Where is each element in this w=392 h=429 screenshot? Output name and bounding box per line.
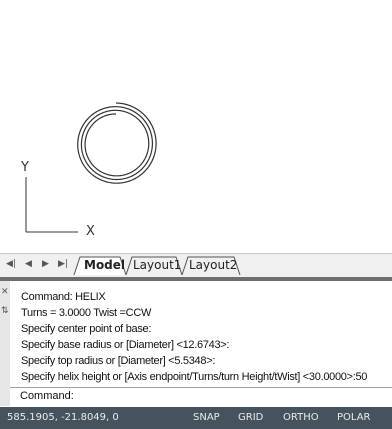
helix-path[interactable]	[77, 102, 157, 184]
command-history-line: Command: HELIX	[21, 291, 106, 303]
snap-toggle[interactable]: SNAP	[193, 412, 220, 423]
tab-layout1[interactable]: Layout1	[128, 257, 186, 274]
command-history-line: Specify center point of base:	[21, 323, 152, 335]
command-prompt: Command:	[20, 390, 74, 402]
command-history-line: Turns = 3.0000 Twist =CCW	[21, 307, 152, 319]
ortho-toggle[interactable]: ORTHO	[283, 412, 319, 423]
command-window-handle[interactable]: ✕ ⇅	[0, 281, 10, 406]
layout-tab-bar: ◀| ◀ ▶ ▶| Model Layout1 Layout2	[0, 253, 392, 278]
close-icon[interactable]: ✕	[1, 287, 9, 297]
command-history-line: Specify base radius or [Diameter] <12.67…	[21, 339, 230, 351]
drawing-svg[interactable]	[0, 0, 392, 250]
ucs-y-label: Y	[21, 160, 29, 175]
command-input[interactable]: Command:	[10, 387, 392, 405]
command-window[interactable]: ✕ ⇅ Command: HELIX Turns = 3.0000 Twist …	[0, 281, 392, 406]
tab-layout2[interactable]: Layout2	[184, 257, 242, 274]
grid-toggle[interactable]: GRID	[238, 412, 263, 423]
polar-toggle[interactable]: POLAR	[337, 412, 371, 423]
ucs-icon	[25, 177, 78, 233]
helix-spiral[interactable]	[77, 102, 157, 184]
ucs-x-label: X	[86, 224, 95, 239]
status-bar: 585.1905, -21.8049, 0 SNAP GRID ORTHO PO…	[0, 407, 392, 429]
drawing-canvas[interactable]: Y X	[0, 0, 392, 250]
pin-icon[interactable]: ⇅	[1, 306, 9, 316]
tab-model[interactable]: Model	[79, 257, 130, 274]
command-history-line: Specify helix height or [Axis endpoint/T…	[21, 371, 368, 383]
command-history-line: Specify top radius or [Diameter] <5.5348…	[21, 355, 216, 367]
coordinate-readout[interactable]: 585.1905, -21.8049, 0	[7, 412, 119, 423]
